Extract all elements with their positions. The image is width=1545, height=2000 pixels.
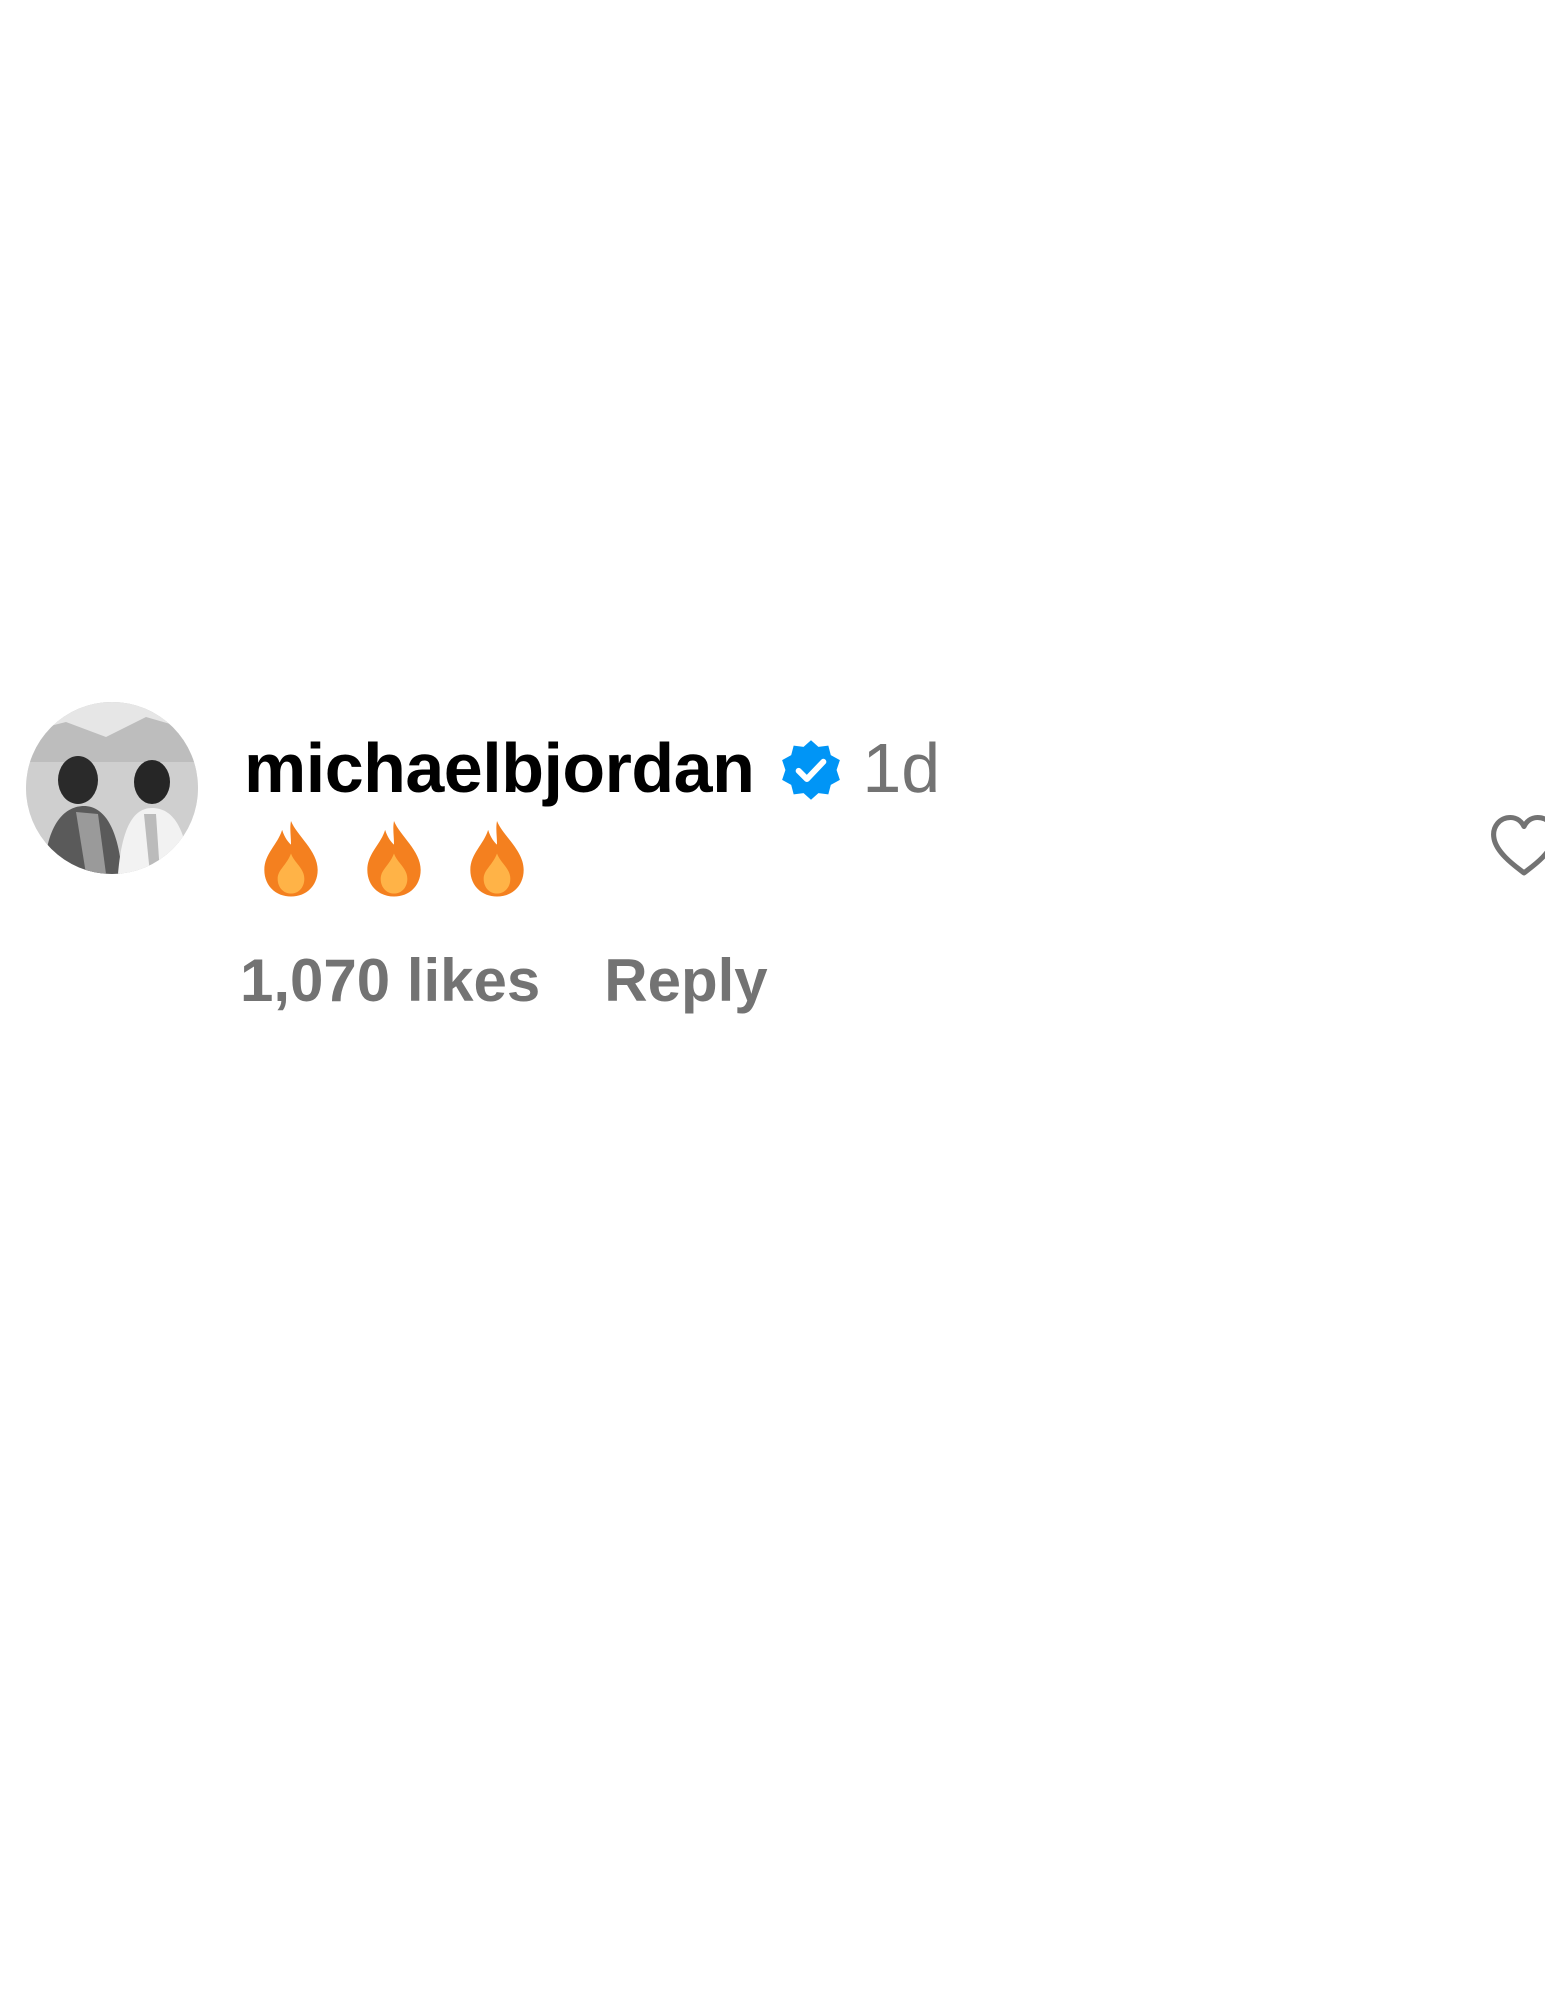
comment-header: michaelbjordan 1d — [244, 718, 940, 818]
fire-icon — [258, 818, 324, 898]
comment-text — [258, 808, 567, 908]
avatar[interactable] — [26, 702, 198, 874]
heart-outline-icon — [1491, 814, 1545, 876]
like-button[interactable] — [1488, 810, 1545, 882]
verified-badge-icon — [778, 737, 844, 803]
likes-count[interactable]: 1,070 likes — [240, 946, 540, 1015]
fire-icon — [361, 818, 427, 898]
fire-icon — [464, 818, 530, 898]
profile-photo — [26, 702, 198, 874]
reply-button[interactable]: Reply — [604, 946, 767, 1015]
comment-meta: 1,070 likes Reply — [240, 940, 768, 1020]
comment-item: michaelbjordan 1d 1,070 likes Reply — [0, 690, 1545, 1050]
timestamp[interactable]: 1d — [862, 728, 940, 808]
username[interactable]: michaelbjordan — [244, 728, 755, 808]
